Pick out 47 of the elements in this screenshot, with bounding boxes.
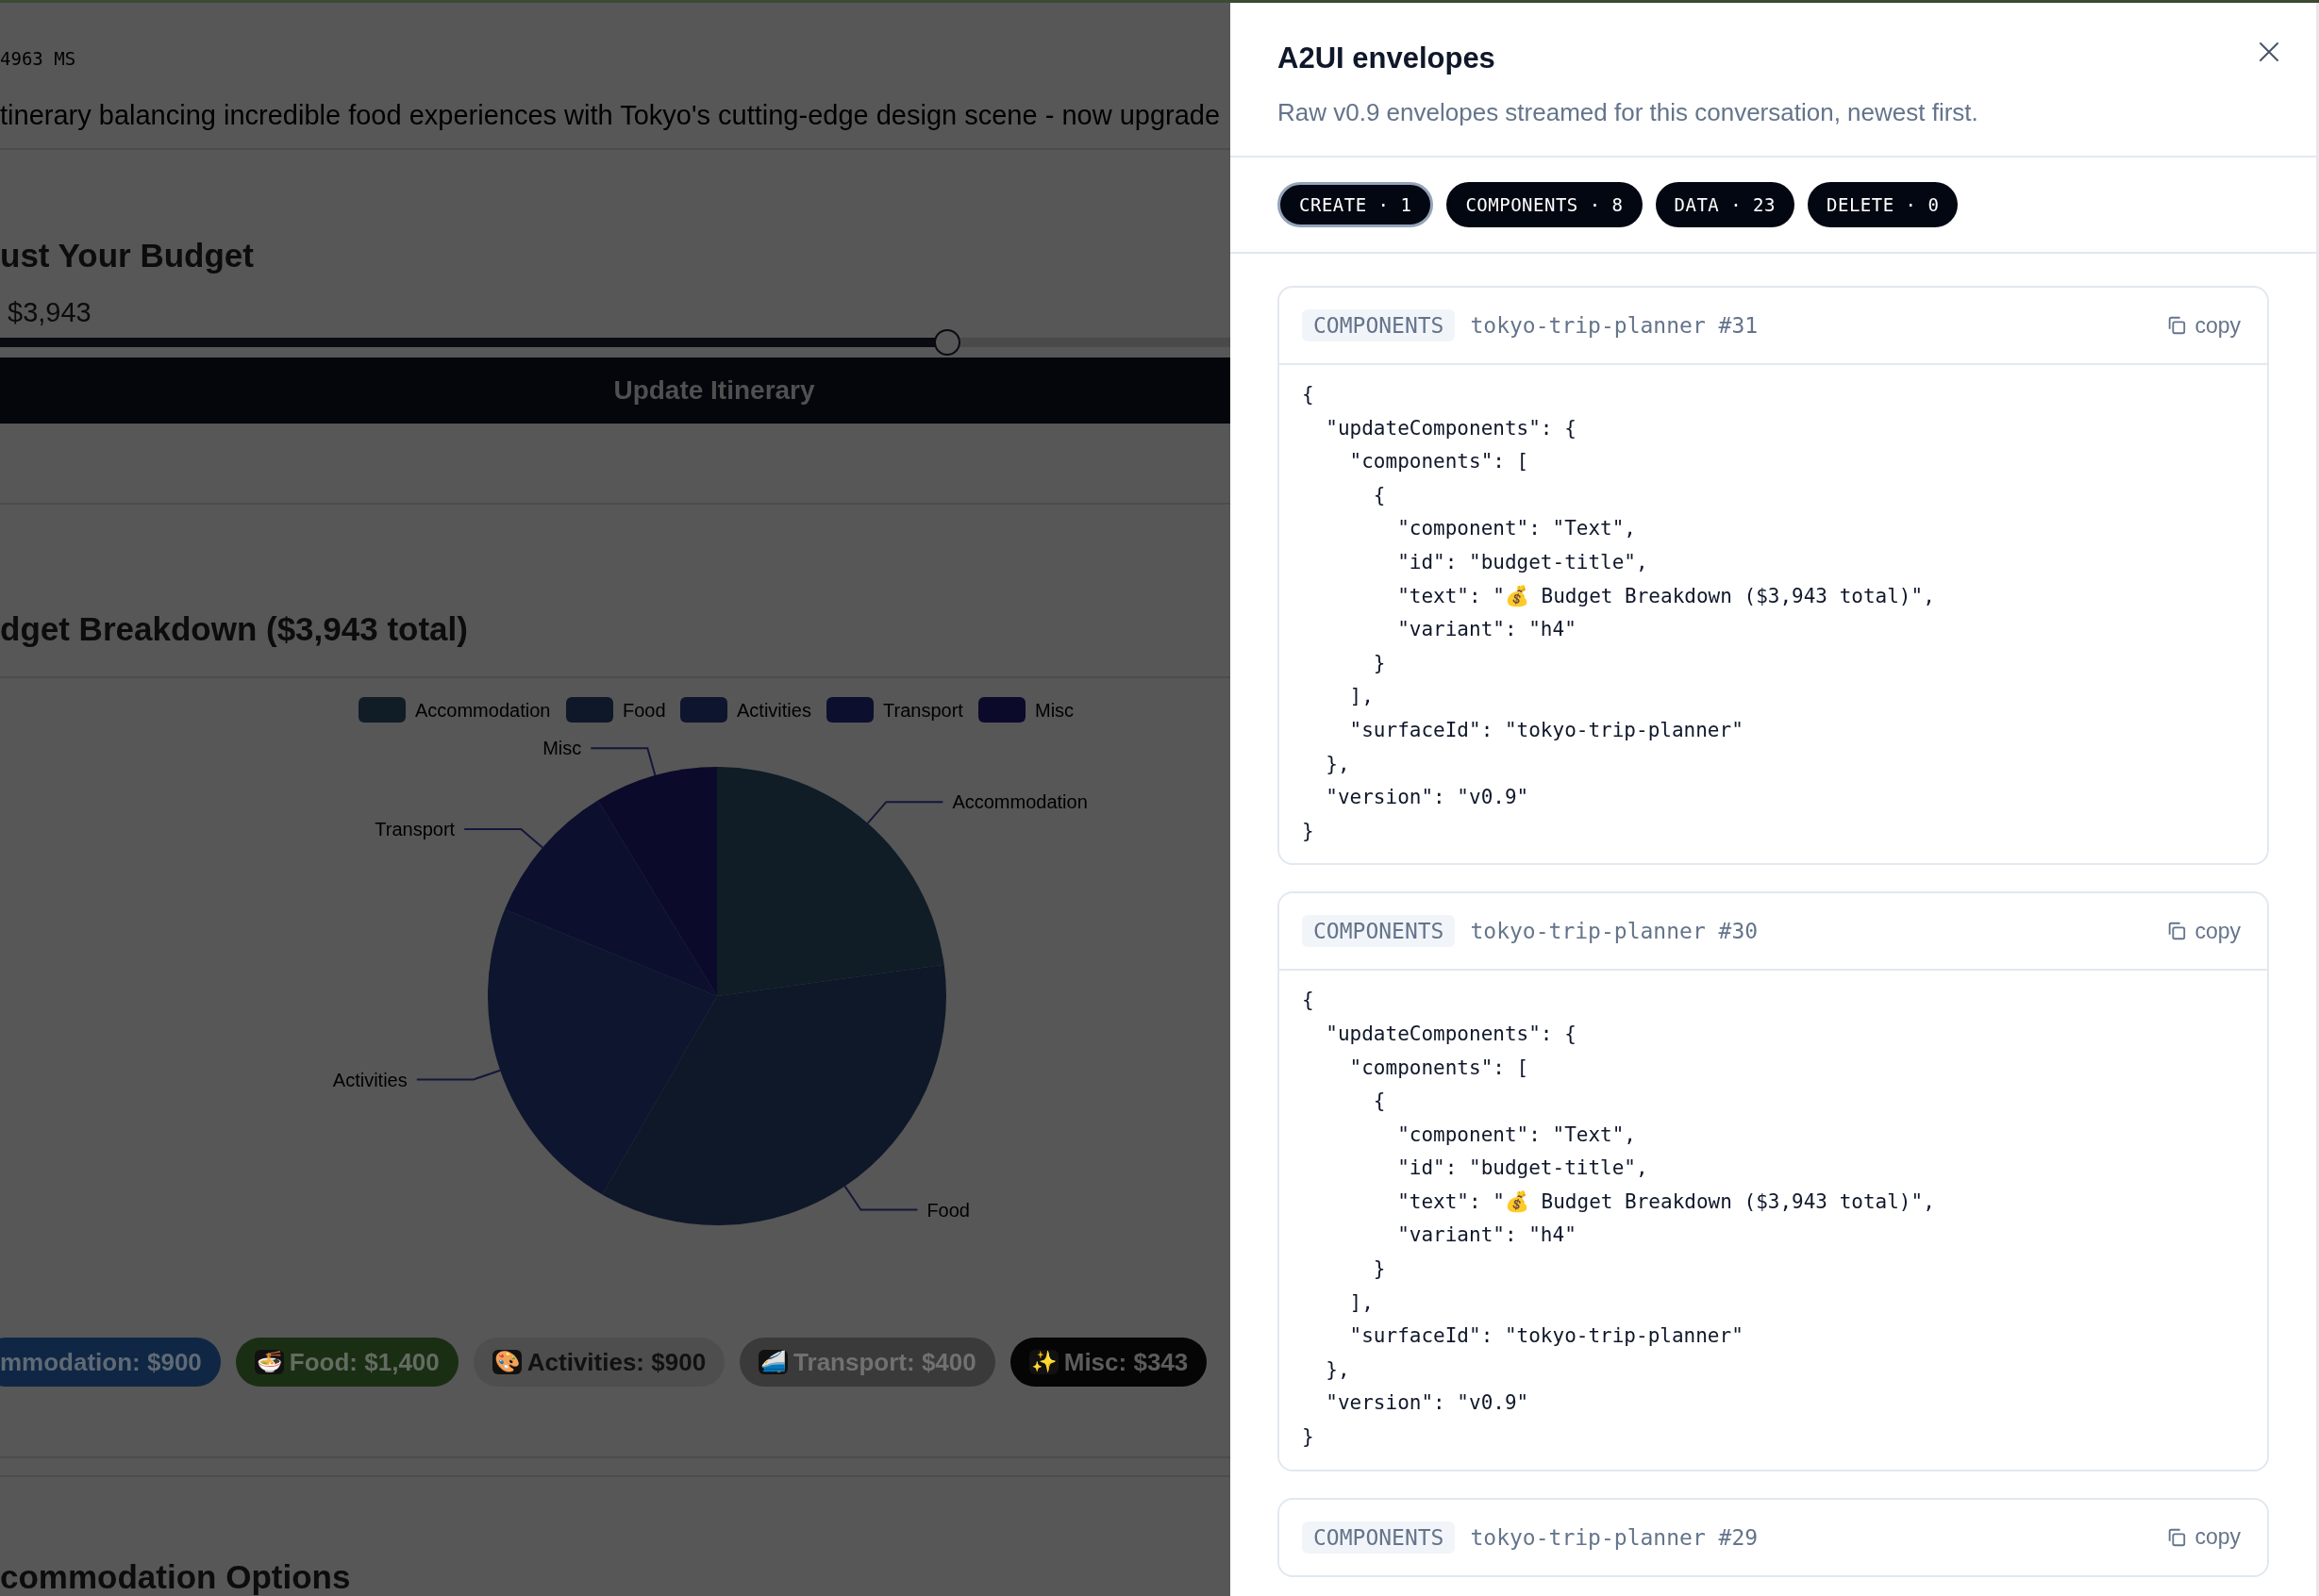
slice-label: Activities — [332, 1069, 408, 1090]
copy-icon — [2166, 315, 2188, 336]
envelope-name: tokyo-trip-planner #29 — [1470, 1524, 1760, 1550]
panel-title: A2UI envelopes — [1277, 42, 1496, 75]
leader-line — [590, 746, 657, 776]
slice-label: Food — [926, 1199, 970, 1221]
code-text: { "updateComponents": { "components": [ { "component": "Text", "id": "budget-title", "text": "💰 Budget Breakdown ($3,943 total)", "variant": "h4" } ], "surfaceId": "tokyo-trip-planner" }, "version": "v0.9" } — [1301, 382, 1936, 844]
section-heading: commodation Options — [0, 1558, 352, 1596]
slider-thumb[interactable] — [934, 328, 961, 356]
copy-icon — [2166, 1526, 2188, 1548]
envelope-type-tag: COMPONENTS — [1302, 309, 1456, 341]
copy-button[interactable]: copy — [2162, 1521, 2244, 1554]
panel-subtitle: Raw v0.9 envelopes streamed for this conversation, newest first. — [1277, 98, 1979, 127]
emoji-icon: ✨ — [1028, 1350, 1059, 1375]
filter-pill[interactable]: DATA · 23 — [1655, 182, 1794, 227]
code-text: { "updateComponents": { "components": [ { "component": "Text", "id": "budget-title", "text": "💰 Budget Breakdown ($3,943 total)", "variant": "h4" } ], "surfaceId": "tokyo-trip-planner" }, "version": "v0.9" } — [1301, 988, 1936, 1451]
emoji-icon: 🍜 — [254, 1350, 284, 1375]
envelope-type-tag: COMPONENTS — [1302, 915, 1456, 948]
copy-button[interactable]: copy — [2162, 308, 2244, 342]
slice-label: Misc — [542, 737, 582, 758]
chip-label: Misc: $343 — [1063, 1347, 1189, 1377]
budget-amount: $3,943 — [8, 296, 92, 328]
filter-pill[interactable]: CREATE · 1 — [1277, 182, 1434, 227]
slice-label: Accommodation — [952, 790, 1088, 812]
copy-button[interactable]: copy — [2162, 914, 2244, 948]
envelope-type-tag: COMPONENTS — [1302, 1521, 1456, 1554]
chip-label: Activities: $900 — [526, 1347, 707, 1377]
copy-icon — [2166, 921, 2188, 942]
chip-label: Food: $1,400 — [289, 1347, 440, 1377]
envelope-name: tokyo-trip-planner #30 — [1470, 919, 1760, 944]
slice-label: Transport — [375, 818, 456, 840]
itinerary-summary: tinerary balancing incredible food experiences with Tokyo's cutting-edge design scene - now upgrade — [0, 98, 1222, 131]
emoji-icon: 🚄 — [759, 1350, 789, 1375]
section-heading: ust Your Budget — [0, 236, 255, 274]
filter-pill[interactable]: DELETE · 0 — [1808, 182, 1959, 227]
legend-label: Transport — [883, 699, 963, 721]
filter-pill[interactable]: COMPONENTS · 8 — [1446, 182, 1643, 227]
envelope-name: tokyo-trip-planner #31 — [1470, 313, 1760, 338]
legend-label: Food — [623, 699, 666, 721]
legend-label: Accommodation — [415, 699, 551, 721]
legend-label: Activities — [737, 699, 811, 721]
emoji-icon: 🎨 — [492, 1350, 522, 1375]
legend-label: Misc — [1035, 699, 1075, 721]
budget-slider[interactable] — [0, 327, 1230, 357]
timing-label: 4963 MS — [0, 47, 77, 71]
section-heading: dget Breakdown ($3,943 total) — [0, 609, 469, 648]
chip-label: mmodation: $900 — [0, 1347, 202, 1377]
